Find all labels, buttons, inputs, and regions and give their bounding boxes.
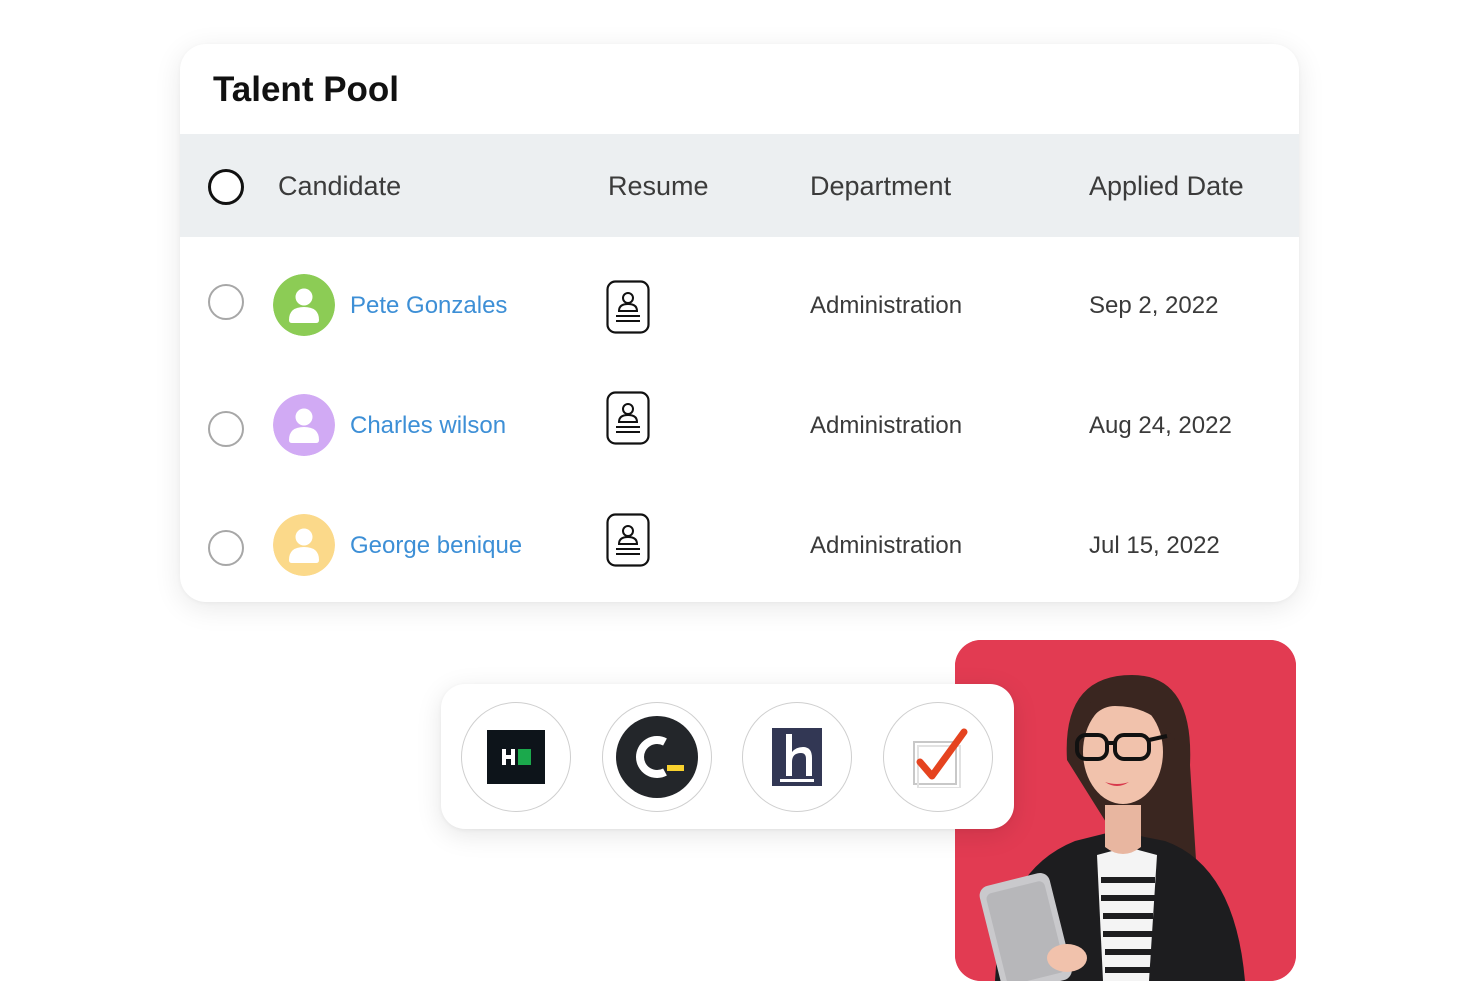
table-row[interactable]: Charles wilson Administration Aug 24, 20… [180, 364, 1299, 484]
department-cell: Administration [810, 412, 963, 439]
talent-pool-card: Talent Pool Candidate Resume Department … [180, 44, 1299, 602]
row-checkbox[interactable] [208, 284, 244, 320]
resume-icon[interactable] [606, 513, 650, 567]
select-all-checkbox[interactable] [208, 169, 244, 205]
column-header-department[interactable]: Department [810, 171, 951, 202]
testgorilla-checkmark-logo-icon[interactable] [883, 702, 993, 812]
user-icon [273, 274, 335, 336]
department-cell: Administration [810, 532, 963, 559]
card-title: Talent Pool [213, 70, 400, 109]
avatar [273, 394, 335, 456]
avatar [273, 514, 335, 576]
codility-logo-icon[interactable] [602, 702, 712, 812]
user-icon [273, 394, 335, 456]
row-checkbox[interactable] [208, 411, 244, 447]
table-row[interactable]: Pete Gonzales Administration Sep 2, 2022 [180, 244, 1299, 364]
applied-date-cell: Sep 2, 2022 [1089, 292, 1219, 319]
candidate-name-link[interactable]: Pete Gonzales [350, 292, 507, 320]
table-row[interactable]: George benique Administration Jul 15, 20… [180, 484, 1299, 602]
row-checkbox[interactable] [208, 530, 244, 566]
candidate-name-link[interactable]: Charles wilson [350, 412, 506, 440]
hackerrank-logo-icon[interactable] [461, 702, 571, 812]
resume-icon[interactable] [606, 280, 650, 334]
column-header-resume[interactable]: Resume [608, 171, 709, 202]
candidate-name-link[interactable]: George benique [350, 532, 522, 560]
applied-date-cell: Jul 15, 2022 [1089, 532, 1220, 559]
integrations-bar [441, 684, 1014, 829]
department-cell: Administration [810, 292, 963, 319]
resume-icon[interactable] [606, 391, 650, 445]
avatar [273, 274, 335, 336]
table-header: Candidate Resume Department Applied Date [180, 134, 1299, 237]
column-header-applied-date[interactable]: Applied Date [1089, 171, 1244, 202]
hackerearth-logo-icon[interactable] [742, 702, 852, 812]
talent-pool-illustration: Talent Pool Candidate Resume Department … [0, 0, 1480, 987]
applied-date-cell: Aug 24, 2022 [1089, 412, 1232, 439]
user-icon [273, 514, 335, 576]
column-header-candidate[interactable]: Candidate [278, 171, 401, 202]
